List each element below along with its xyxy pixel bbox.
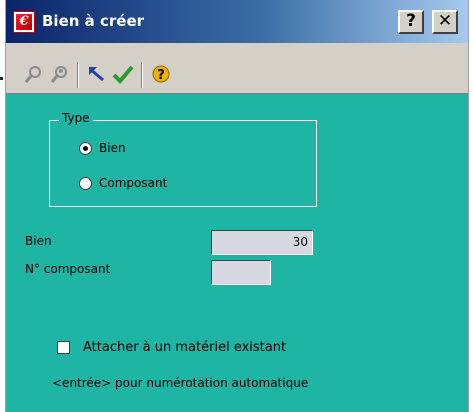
composant-number-label: N° composant [25, 262, 111, 276]
radio-bien-label: Bien [99, 141, 126, 155]
attach-checkbox[interactable] [57, 341, 70, 354]
radio-button[interactable] [79, 176, 92, 190]
toolbar: ? [6, 57, 468, 94]
radio-composant-label: Composant [99, 176, 168, 190]
search-person-icon[interactable] [48, 64, 72, 86]
composant-number-field[interactable] [211, 260, 271, 285]
dialog-window: € Bien à créer ? ✕ ? Type Bien Composant… [5, 0, 469, 412]
attach-checkbox-row[interactable]: Attacher à un matériel existant [57, 340, 286, 355]
help-button[interactable]: ? [398, 10, 424, 34]
radio-bien[interactable]: Bien [79, 141, 126, 155]
magnifier-icon[interactable] [22, 64, 46, 86]
window-title: Bien à créer [42, 12, 145, 30]
toolbar-separator [77, 62, 79, 88]
title-bar[interactable]: € Bien à créer ? ✕ [6, 0, 468, 43]
undo-arrow-icon[interactable] [85, 64, 109, 86]
radio-composant[interactable]: Composant [79, 176, 167, 190]
bien-field[interactable]: 30 [211, 230, 313, 255]
type-groupbox [49, 120, 317, 207]
checkmark-icon[interactable] [111, 64, 135, 86]
form-panel: Type Bien Composant Bien 30 N° composant… [6, 94, 468, 412]
hint-text: <entrée> pour numérotation automatique [52, 376, 309, 390]
radio-button[interactable] [79, 141, 92, 155]
type-group-label: Type [59, 111, 93, 125]
toolbar-separator [141, 62, 143, 88]
help-circle-icon[interactable]: ? [149, 64, 173, 86]
close-button[interactable]: ✕ [432, 10, 458, 34]
svg-text:?: ? [157, 68, 165, 83]
background-mark [0, 77, 3, 80]
attach-checkbox-label: Attacher à un matériel existant [83, 340, 287, 355]
app-logo-icon: € [13, 11, 35, 33]
bien-label: Bien [25, 234, 52, 248]
